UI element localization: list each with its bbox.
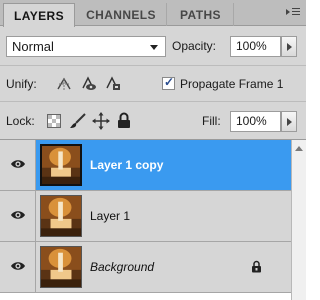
layer-thumbnail [40, 246, 82, 288]
lock-transparent-pixels-icon[interactable] [46, 113, 62, 129]
layer-name[interactable]: Layer 1 copy [90, 158, 163, 172]
layers-scrollbar[interactable] [291, 140, 306, 300]
chevron-down-icon [150, 45, 158, 50]
unify-visibility-icon[interactable] [80, 75, 98, 93]
unify-row: Unify: ✓ Propagate Frame 1 [0, 66, 306, 102]
visibility-toggle[interactable] [0, 242, 36, 292]
layer-name[interactable]: Layer 1 [90, 209, 130, 223]
lock-position-icon[interactable] [92, 112, 110, 130]
propagate-frame-checkbox[interactable]: ✓ [162, 75, 175, 90]
layers-list: Layer 1 copy Layer 1 Background [0, 140, 291, 300]
lock-all-icon[interactable] [117, 112, 131, 129]
unify-style-icon[interactable] [104, 75, 122, 93]
visibility-toggle[interactable] [0, 140, 36, 190]
chevron-right-icon [287, 118, 292, 126]
tab-layers[interactable]: LAYERS [3, 3, 75, 27]
tab-channels[interactable]: CHANNELS [76, 3, 167, 26]
fill-label: Fill: [202, 114, 221, 128]
opacity-label: Opacity: [172, 39, 217, 53]
layer-thumbnail [40, 195, 82, 237]
blend-opacity-row: Normal Opacity: 100% [0, 26, 306, 66]
fill-slider-button[interactable] [281, 111, 297, 132]
blend-mode-value: Normal [12, 39, 54, 54]
propagate-frame-label: Propagate Frame 1 [180, 77, 284, 91]
fill-input[interactable]: 100% [230, 111, 281, 132]
unify-label: Unify: [6, 77, 37, 91]
lock-label: Lock: [6, 114, 35, 128]
lock-icon [252, 260, 261, 273]
layer-row[interactable]: Layer 1 [0, 191, 291, 242]
opacity-input[interactable]: 100% [230, 36, 281, 57]
eye-icon [11, 262, 25, 270]
panel-menu-icon[interactable] [286, 6, 300, 18]
visibility-toggle[interactable] [0, 191, 36, 241]
layer-thumbnail [40, 144, 82, 186]
checkmark-icon: ✓ [164, 75, 175, 89]
eye-icon [11, 211, 25, 219]
layer-name[interactable]: Background [90, 260, 154, 274]
eye-icon [11, 160, 25, 168]
layer-row[interactable]: Layer 1 copy [0, 140, 291, 191]
scroll-up-icon[interactable] [295, 146, 303, 151]
blend-mode-select[interactable]: Normal [6, 36, 166, 57]
tab-paths[interactable]: PATHS [168, 3, 234, 26]
panel-tab-bar: LAYERS CHANNELS PATHS [0, 0, 306, 27]
layer-row[interactable]: Background [0, 242, 291, 293]
chevron-right-icon [287, 43, 292, 51]
opacity-slider-button[interactable] [281, 36, 297, 57]
unify-position-icon[interactable] [55, 75, 73, 93]
lock-fill-row: Lock: Fill: 100% [0, 102, 306, 140]
lock-image-pixels-icon[interactable] [69, 112, 87, 130]
layers-panel: LAYERS CHANNELS PATHS Normal Opacity: 10… [0, 0, 306, 300]
